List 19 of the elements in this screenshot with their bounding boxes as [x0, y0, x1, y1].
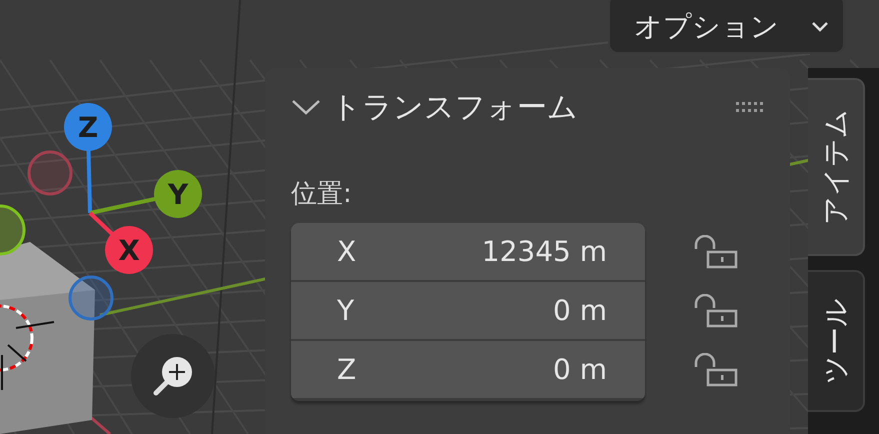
number-field[interactable]: Y 0 m: [291, 282, 645, 339]
axis-handle[interactable]: Z: [64, 103, 112, 151]
section-label: 位置:: [291, 178, 353, 211]
sidebar-tab[interactable]: アイテム: [808, 78, 865, 256]
grip-icon[interactable]: [736, 100, 766, 114]
axis-handle[interactable]: [0, 204, 26, 256]
options-dropdown[interactable]: オプション: [608, 0, 845, 54]
chevron-down-icon: [291, 97, 321, 117]
zoom-icon: [151, 354, 195, 398]
chevron-down-icon: [811, 21, 829, 33]
number-field[interactable]: Z 0 m: [291, 341, 645, 398]
panel-title: トランスフォーム: [331, 88, 579, 126]
panel-header[interactable]: トランスフォーム: [291, 88, 766, 126]
number-field[interactable]: X 12345 m: [291, 223, 645, 280]
axis-handle[interactable]: X: [105, 226, 153, 274]
sidebar-tab[interactable]: ツール: [808, 270, 865, 412]
axis-handle[interactable]: [28, 150, 72, 196]
axis-handle[interactable]: Y: [154, 170, 202, 218]
axis-handle[interactable]: [68, 276, 114, 320]
